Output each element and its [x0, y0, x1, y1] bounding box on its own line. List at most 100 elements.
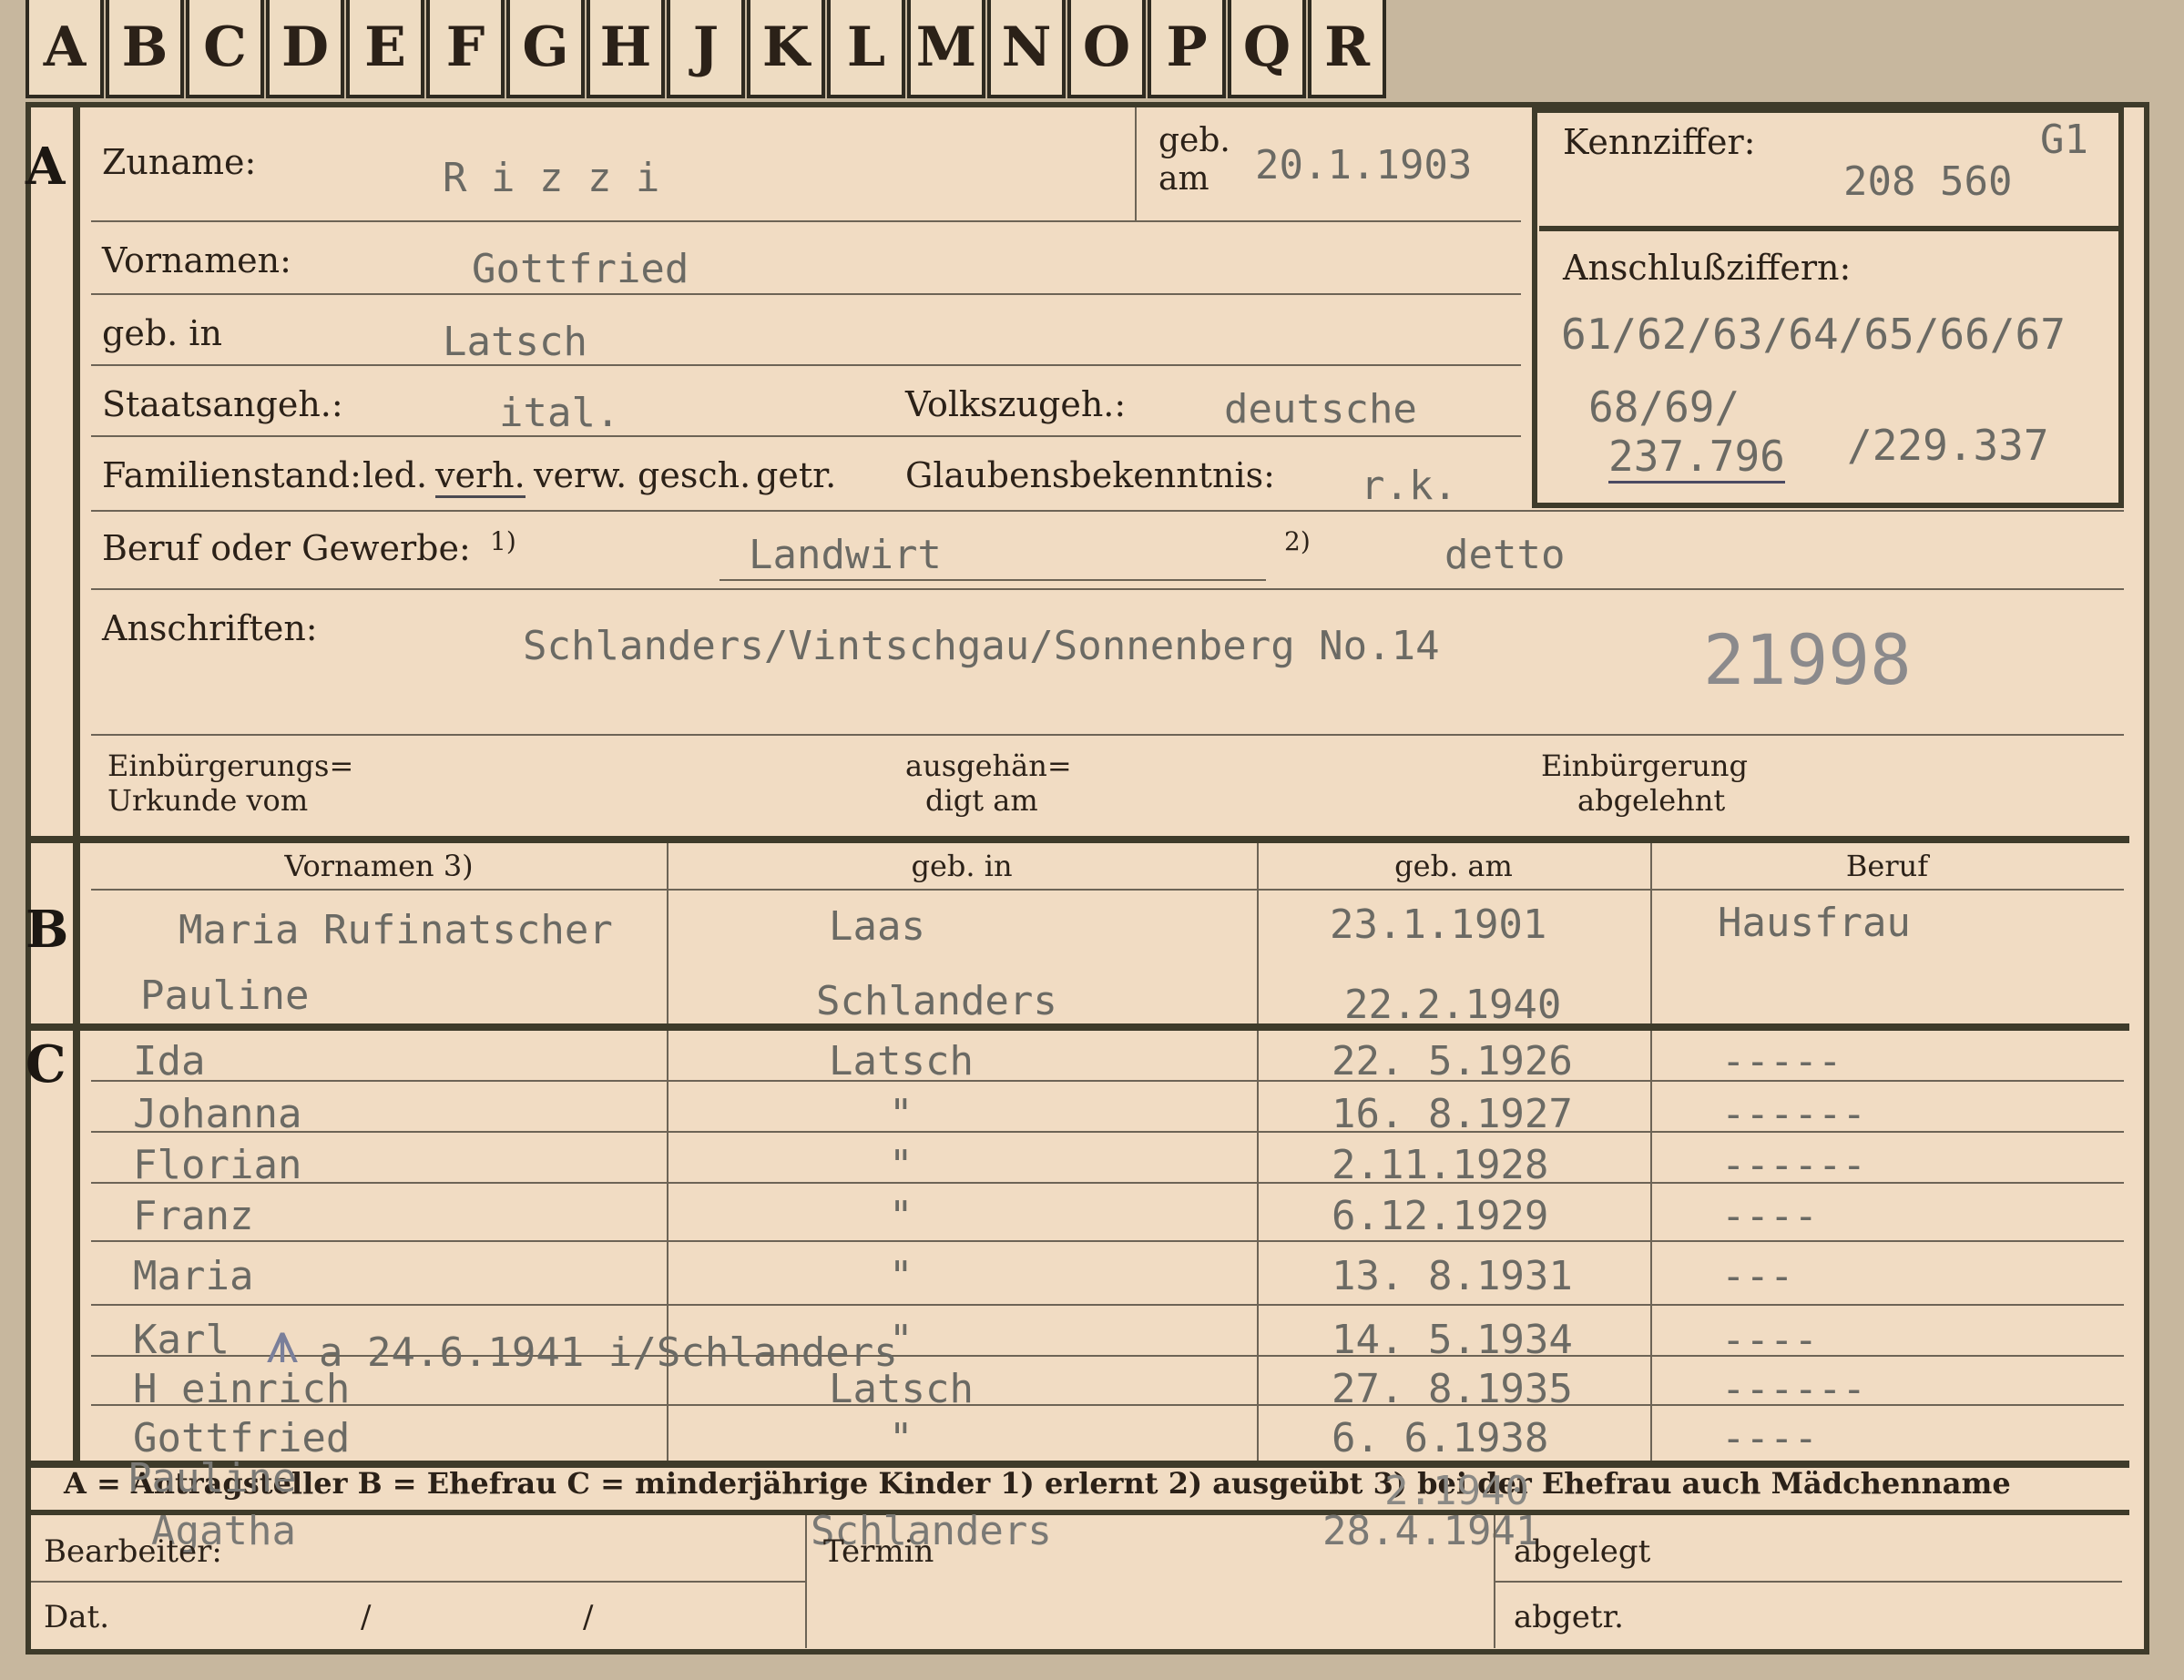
anschlussziffern-line2: 68/69/ — [1588, 382, 1740, 432]
row-line — [91, 1240, 2124, 1242]
section-divider — [26, 1510, 2129, 1515]
abgelegt-label: abgelegt — [1514, 1533, 1651, 1570]
anschriften-value: Schlanders/Vintschgau/Sonnenberg No.14 — [523, 623, 1440, 669]
footer-line — [31, 1581, 805, 1583]
einbuergerung-abgelehnt-label: Einbürgerung abgelehnt — [1541, 748, 1748, 818]
familienstand-option-geschieden: gesch. — [638, 455, 751, 495]
child-occupation: ---- — [1721, 1193, 1818, 1239]
child-occupation: --- — [1721, 1253, 1794, 1299]
row-line — [91, 435, 1521, 437]
spouse-row2-birthdate: 22.2.1940 — [1344, 982, 1562, 1028]
index-tab-b: B — [106, 0, 184, 98]
child-name: Florian — [133, 1142, 302, 1188]
child-name: Ida — [133, 1038, 206, 1084]
spouse-occupation: Hausfrau — [1718, 900, 1911, 946]
child-occupation: ------ — [1721, 1142, 1866, 1188]
spouse-row2-birthplace: Schlanders — [816, 978, 1057, 1024]
geb-am-divider — [1135, 107, 1137, 220]
index-tab-r: R — [1308, 0, 1386, 98]
stamp-number: 21998 — [1703, 619, 1912, 700]
row-line — [91, 734, 2124, 736]
anschlussziffern-line1: 61/62/63/64/65/66/67 — [1561, 310, 2066, 359]
child-name: Karl — [133, 1317, 230, 1363]
row-line — [91, 1304, 2124, 1306]
kennziffer-code: G1 — [2040, 117, 2088, 163]
dat-separator: / — [361, 1599, 372, 1635]
spouse-row2-name: Pauline — [140, 972, 310, 1019]
anschlussziffern-line3b: /229.337 — [1847, 421, 2049, 470]
anschlussziffern-label: Anschlußziffern: — [1563, 248, 1852, 288]
child-occupation: ------ — [1721, 1091, 1866, 1137]
spouse-name: Maria Rufinatscher — [179, 907, 613, 953]
staatsangeh-label: Staatsangeh.: — [102, 384, 343, 424]
column-divider — [1650, 843, 1652, 1466]
section-c-marker: C — [26, 1034, 66, 1095]
child-occupation: ------ — [1721, 1366, 1866, 1412]
familienstand-option-getrennt: getr. — [756, 455, 837, 495]
index-tab-p: P — [1148, 0, 1226, 98]
section-divider — [73, 102, 80, 1463]
kennziffer-label: Kennziffer: — [1563, 122, 1756, 162]
beruf-footnote-1: 1) — [490, 526, 516, 556]
child-occupation: ----- — [1721, 1038, 1842, 1084]
child-birthdate: 2.11.1928 — [1332, 1142, 1549, 1188]
beruf-erlernt-value: Landwirt — [749, 532, 942, 578]
footer-line — [1494, 1581, 2122, 1583]
child-name: Franz — [133, 1193, 254, 1239]
familienstand-option-verheiratet: verh. — [435, 455, 526, 498]
index-tab-e: E — [346, 0, 424, 98]
ausgehaendigt-label-line2: digt am — [925, 783, 1038, 818]
kennziffer-divider — [1539, 226, 2118, 231]
geb-am-value: 20.1.1903 — [1255, 142, 1473, 188]
glaubensbekenntnis-label: Glaubensbekenntnis: — [905, 455, 1275, 495]
familienstand-label: Familienstand: — [102, 455, 362, 495]
child-birthdate: 6. 6.1938 — [1332, 1415, 1549, 1461]
index-tab-f: F — [426, 0, 505, 98]
index-tab-m: M — [907, 0, 985, 98]
geb-am-label: geb. — [1158, 122, 1230, 159]
spouse-birthplace: Laas — [829, 903, 925, 950]
child-occupation: ---- — [1721, 1317, 1818, 1363]
einbuergerung-abgelehnt-label-line1: Einbürgerung — [1541, 748, 1749, 783]
termin-label: Termin — [823, 1533, 934, 1570]
index-tab-d: D — [266, 0, 344, 98]
col-header-geb-am: geb. am — [1394, 849, 1513, 883]
spouse-birthdate: 23.1.1901 — [1330, 901, 1547, 948]
beruf-ausgeuebt-value: detto — [1444, 532, 1566, 578]
row-line — [91, 588, 2124, 590]
vornamen-label: Vornamen: — [102, 240, 291, 280]
index-tab-n: N — [987, 0, 1066, 98]
index-tab-l: L — [827, 0, 905, 98]
footer-divider — [805, 1515, 807, 1648]
einbuergerungsurkunde-label-line2: Urkunde vom — [107, 783, 309, 818]
child-name: Johanna — [133, 1091, 302, 1137]
index-tab-j: J — [667, 0, 745, 98]
familienstand-option-ledig: led. — [362, 455, 428, 495]
volkszugeh-value: deutsche — [1224, 386, 1417, 433]
child-birthdate: 6.12.1929 — [1332, 1193, 1549, 1239]
dat-label: Dat. — [44, 1599, 110, 1635]
section-a-marker: A — [26, 137, 66, 197]
section-divider — [26, 836, 2129, 843]
row-line — [91, 889, 2124, 891]
zuname-value: R i z z i — [443, 155, 660, 201]
einbuergerungsurkunde-label: Einbürgerungs= Urkunde vom — [107, 748, 353, 818]
row-line — [91, 510, 2124, 512]
einbuergerung-abgelehnt-label-line2: abgelehnt — [1577, 783, 1726, 818]
volkszugeh-label: Volkszugeh.: — [905, 384, 1127, 424]
child-birthplace: " — [889, 1415, 913, 1461]
anschlussziffern-line3a: 237.796 — [1608, 432, 1785, 484]
row-line — [91, 220, 1521, 222]
child-birthdate: 22. 5.1926 — [1332, 1038, 1573, 1084]
geb-am-label-2: am — [1158, 160, 1209, 198]
child-name: H einrich — [133, 1366, 351, 1412]
anschriften-label: Anschriften: — [102, 608, 318, 648]
overflow-child-birthdate-2: 28.4.1941 — [1322, 1508, 1540, 1554]
child-birthplace: Latsch — [829, 1038, 974, 1084]
child-birthdate: 27. 8.1935 — [1332, 1366, 1573, 1412]
child-birthdate: 16. 8.1927 — [1332, 1091, 1573, 1137]
col-header-beruf: Beruf — [1845, 849, 1929, 883]
einbuergerungsurkunde-label-line1: Einbürgerungs= — [107, 748, 354, 783]
col-header-vornamen: Vornamen 3) — [284, 849, 474, 883]
index-tab-strip: ABCDEFGHJKLMNOPQR — [26, 0, 1392, 102]
